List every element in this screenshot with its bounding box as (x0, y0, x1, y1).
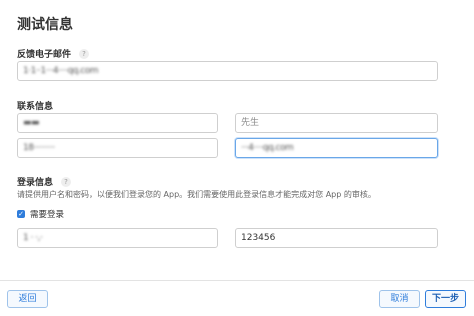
contact-email-value: ···4····qq.com (241, 143, 294, 153)
username-field[interactable]: 1 · ·,· (17, 228, 218, 248)
feedback-email-value: 1·1··1···4····qq.com (23, 66, 99, 76)
help-icon[interactable]: ? (79, 49, 90, 59)
contact-info-label: 联系信息 (17, 102, 54, 112)
footer-divider (0, 280, 474, 281)
feedback-email-label: 反馈电子邮件? (17, 47, 90, 60)
password-field[interactable]: 123456 (235, 228, 438, 248)
help-icon[interactable]: ? (61, 177, 72, 187)
phone-field[interactable]: 18········· (17, 138, 218, 158)
login-info-label: 登录信息? (17, 175, 72, 188)
login-description: 请提供用户名和密码，以便我们登录您的 App。我们需要使用此登录信息才能完成对您… (17, 190, 376, 199)
first-name-field[interactable]: 先生 (235, 113, 438, 133)
phone-value: 18········· (23, 143, 55, 153)
username-value: 1 · ·,· (23, 233, 43, 243)
contact-email-field[interactable]: ···4····qq.com (235, 138, 438, 158)
require-login-checkbox-row[interactable]: ✓ 需要登录 (17, 208, 64, 220)
require-login-checkbox[interactable]: ✓ (17, 210, 25, 218)
last-name-field[interactable]: ▬▬ (17, 113, 218, 133)
require-login-label: 需要登录 (30, 210, 65, 220)
feedback-email-field[interactable]: 1·1··1···4····qq.com (17, 61, 438, 81)
feedback-email-label-text: 反馈电子邮件 (17, 50, 72, 60)
back-button[interactable]: 返回 (7, 290, 48, 308)
last-name-value: ▬▬ (23, 118, 40, 128)
page-title: 测试信息 (17, 17, 73, 33)
first-name-placeholder: 先生 (241, 118, 260, 128)
next-button[interactable]: 下一步 (425, 290, 466, 308)
test-info-page: 测试信息 反馈电子邮件? 1·1··1···4····qq.com 联系信息 ▬… (0, 0, 474, 316)
cancel-button[interactable]: 取消 (379, 290, 420, 308)
password-value: 123456 (241, 233, 276, 243)
login-info-label-text: 登录信息 (17, 178, 54, 188)
